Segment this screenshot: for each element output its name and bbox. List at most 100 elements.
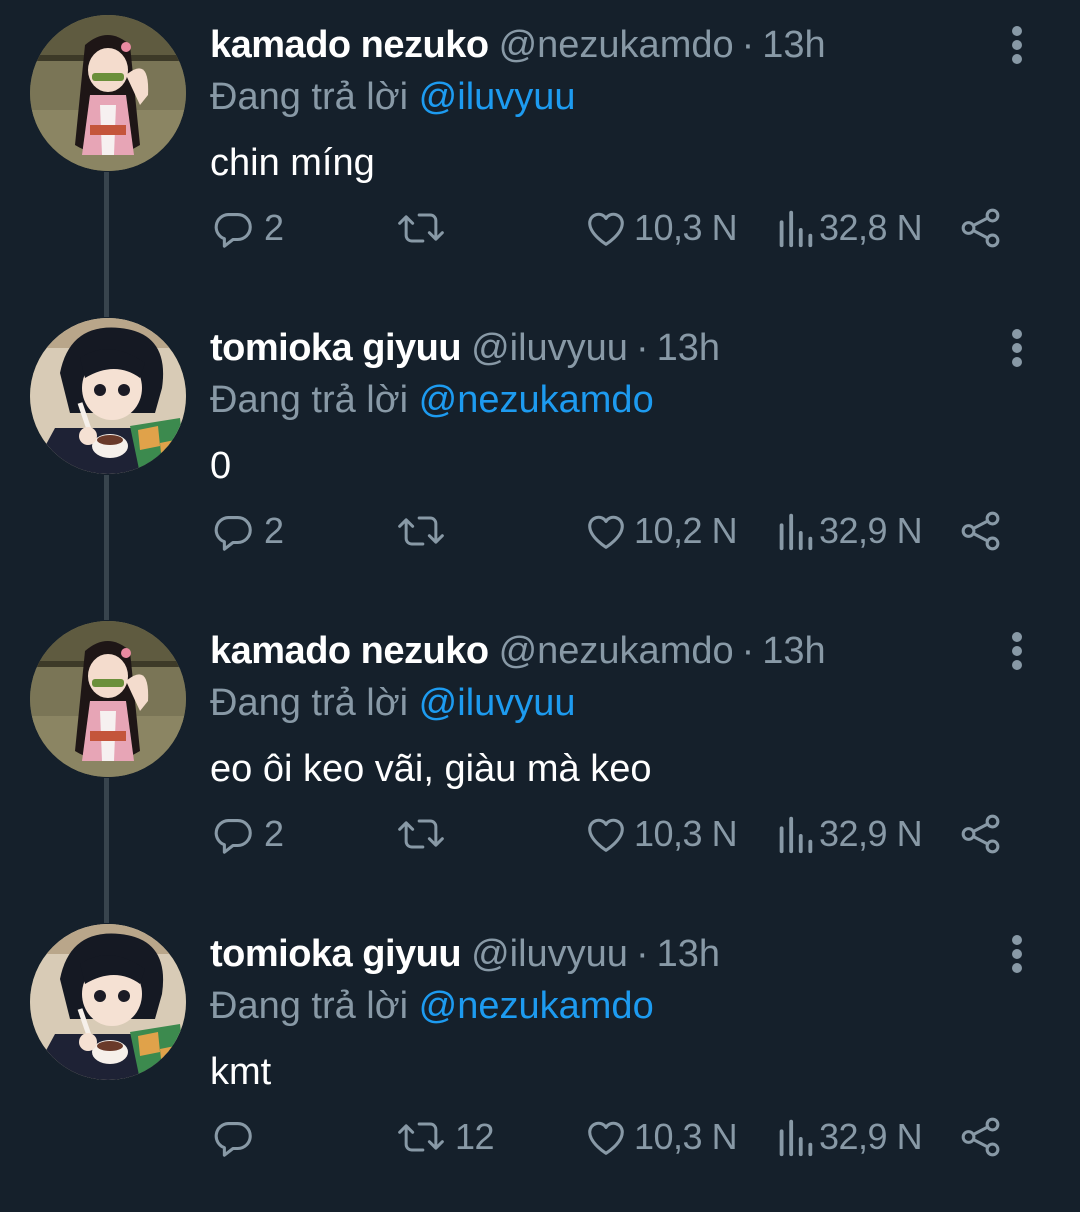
tweet-header: tomioka giyuu @iluvyuu · 13h xyxy=(210,929,720,979)
tweet-text: kmt xyxy=(210,1051,272,1093)
tweet-text: eo ôi keo vãi, giàu mà keo xyxy=(210,748,652,790)
retweet-icon xyxy=(398,516,444,546)
user-handle[interactable]: @iluvyuu xyxy=(471,933,628,975)
views-icon xyxy=(779,513,813,551)
heart-icon xyxy=(588,1121,624,1155)
tweet-actions: 2 10,3 N 32,9 N xyxy=(210,804,1030,864)
replying-to-label: Đang trả lời xyxy=(210,682,409,724)
views-button[interactable]: 32,9 N xyxy=(775,501,923,561)
retweet-button[interactable] xyxy=(395,198,455,258)
user-handle[interactable]: @nezukamdo xyxy=(499,630,734,672)
giyuu-avatar-image xyxy=(30,924,186,1080)
separator-dot: · xyxy=(635,327,649,369)
views-icon xyxy=(779,1119,813,1157)
views-button[interactable]: 32,8 N xyxy=(775,198,923,258)
more-options-button[interactable] xyxy=(1000,323,1034,373)
user-handle[interactable]: @nezukamdo xyxy=(499,24,734,66)
display-name[interactable]: kamado nezuko xyxy=(210,24,489,66)
reply-count: 2 xyxy=(264,207,284,248)
replying-to-label: Đang trả lời xyxy=(210,379,409,421)
separator-dot: · xyxy=(741,24,755,66)
replying-to: Đang trả lời @nezukamdo xyxy=(210,981,654,1031)
share-icon xyxy=(961,1117,1000,1157)
share-button[interactable] xyxy=(958,804,1004,864)
retweet-button[interactable]: 12 xyxy=(395,1107,495,1167)
reply-button[interactable]: 2 xyxy=(210,501,284,561)
reply-icon xyxy=(214,1122,252,1157)
reply-count: 2 xyxy=(264,510,284,551)
tweet[interactable]: tomioka giyuu @iluvyuu · 13h Đang trả lời @… xyxy=(0,303,1080,606)
nezuko-avatar-image xyxy=(30,15,186,171)
heart-icon xyxy=(588,818,624,852)
retweet-count: 12 xyxy=(455,1116,495,1157)
share-button[interactable] xyxy=(958,198,1004,258)
more-options-button[interactable] xyxy=(1000,929,1034,979)
tweet-actions: 2 10,2 N 32,9 N xyxy=(210,501,1030,561)
tweet-header: tomioka giyuu @iluvyuu · 13h xyxy=(210,323,720,373)
timestamp[interactable]: 13h xyxy=(762,24,825,66)
more-vertical-icon xyxy=(1012,26,1022,64)
tweet-actions: 2 10,3 N 32,8 N xyxy=(210,198,1030,258)
timestamp[interactable]: 13h xyxy=(657,933,720,975)
tweet-text: chin míng xyxy=(210,142,375,184)
mention-link[interactable]: @iluvyuu xyxy=(419,76,576,118)
avatar[interactable] xyxy=(30,318,186,474)
reply-icon xyxy=(214,819,252,854)
views-button[interactable]: 32,9 N xyxy=(775,1107,923,1167)
retweet-button[interactable] xyxy=(395,501,455,561)
more-options-button[interactable] xyxy=(1000,20,1034,70)
display-name[interactable]: kamado nezuko xyxy=(210,630,489,672)
timestamp[interactable]: 13h xyxy=(762,630,825,672)
views-icon xyxy=(779,816,813,854)
avatar[interactable] xyxy=(30,15,186,171)
avatar[interactable] xyxy=(30,924,186,1080)
tweet[interactable]: kamado nezuko @nezukamdo · 13h Đang trả lời… xyxy=(0,0,1080,303)
like-button[interactable]: 10,2 N xyxy=(582,501,738,561)
tweet[interactable]: kamado nezuko @nezukamdo · 13h Đang trả lời… xyxy=(0,606,1080,909)
more-vertical-icon xyxy=(1012,329,1022,367)
tweet-text: 0 xyxy=(210,445,232,487)
tweet[interactable]: tomioka giyuu @iluvyuu · 13h Đang trả lời @… xyxy=(0,909,1080,1212)
separator-dot: · xyxy=(741,630,755,672)
replying-to-label: Đang trả lời xyxy=(210,985,409,1027)
more-options-button[interactable] xyxy=(1000,626,1034,676)
share-icon xyxy=(961,208,1000,248)
like-count: 10,3 N xyxy=(634,813,738,854)
separator-dot: · xyxy=(635,933,649,975)
replying-to-label: Đang trả lời xyxy=(210,76,409,118)
view-count: 32,9 N xyxy=(819,1116,923,1157)
replying-to: Đang trả lời @iluvyuu xyxy=(210,72,576,122)
share-icon xyxy=(961,511,1000,551)
like-button[interactable]: 10,3 N xyxy=(582,198,738,258)
mention-link[interactable]: @nezukamdo xyxy=(419,985,654,1027)
like-count: 10,3 N xyxy=(634,207,738,248)
giyuu-avatar-image xyxy=(30,318,186,474)
display-name[interactable]: tomioka giyuu xyxy=(210,933,462,975)
share-icon xyxy=(961,814,1000,854)
heart-icon xyxy=(588,212,624,246)
avatar[interactable] xyxy=(30,621,186,777)
views-button[interactable]: 32,9 N xyxy=(775,804,923,864)
mention-link[interactable]: @nezukamdo xyxy=(419,379,654,421)
heart-icon xyxy=(588,515,624,549)
nezuko-avatar-image xyxy=(30,621,186,777)
replying-to: Đang trả lời @nezukamdo xyxy=(210,375,654,425)
more-vertical-icon xyxy=(1012,632,1022,670)
user-handle[interactable]: @iluvyuu xyxy=(471,327,628,369)
reply-button[interactable]: 2 xyxy=(210,804,284,864)
mention-link[interactable]: @iluvyuu xyxy=(419,682,576,724)
reply-icon xyxy=(214,213,252,248)
reply-button[interactable]: 2 xyxy=(210,198,284,258)
view-count: 32,9 N xyxy=(819,813,923,854)
retweet-icon xyxy=(398,819,444,849)
share-button[interactable] xyxy=(958,501,1004,561)
share-button[interactable] xyxy=(958,1107,1004,1167)
like-count: 10,3 N xyxy=(634,1116,738,1157)
like-button[interactable]: 10,3 N xyxy=(582,804,738,864)
like-button[interactable]: 10,3 N xyxy=(582,1107,738,1167)
timestamp[interactable]: 13h xyxy=(657,327,720,369)
reply-icon xyxy=(214,516,252,551)
display-name[interactable]: tomioka giyuu xyxy=(210,327,462,369)
retweet-button[interactable] xyxy=(395,804,455,864)
reply-button[interactable] xyxy=(210,1107,264,1167)
